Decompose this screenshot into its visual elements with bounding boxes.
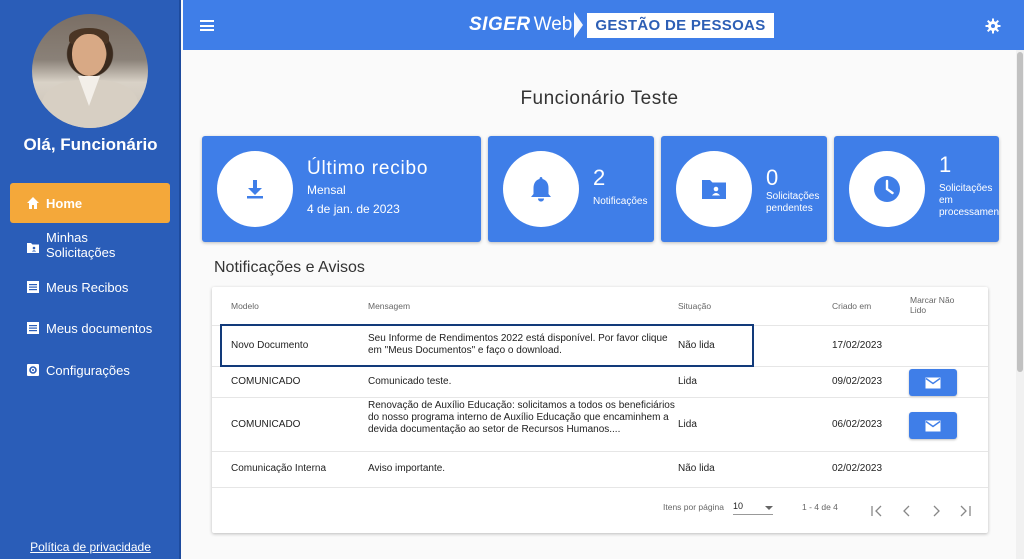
avatar bbox=[32, 14, 148, 128]
processing-label-line1: Solicitações bbox=[939, 183, 993, 194]
cell-mensagem: Aviso importante. bbox=[368, 463, 446, 474]
items-per-page-label: Itens por página bbox=[663, 502, 724, 512]
table-row[interactable]: COMUNICADO Comunicado teste. Lida 09/02/… bbox=[212, 366, 988, 397]
menu-icon[interactable] bbox=[200, 20, 214, 31]
chevron-down-icon[interactable] bbox=[765, 506, 773, 510]
column-header-mensagem[interactable]: Mensagem bbox=[368, 301, 410, 311]
folder-user-icon bbox=[27, 243, 39, 253]
download-icon bbox=[217, 151, 293, 227]
column-header-marcar[interactable]: Marcar Não Lido bbox=[910, 295, 970, 315]
clock-icon bbox=[849, 151, 925, 227]
privacy-policy-link[interactable]: Política de privacidade bbox=[0, 540, 181, 554]
pending-label: Solicitações pendentes bbox=[766, 191, 819, 215]
receipt-title: Último recibo bbox=[307, 158, 429, 179]
list-document-icon bbox=[27, 322, 39, 334]
table-row[interactable]: Comunicação Interna Aviso importante. Nã… bbox=[212, 451, 988, 487]
column-header-modelo[interactable]: Modelo bbox=[231, 301, 259, 311]
sidebar-item-home[interactable]: Home bbox=[10, 183, 170, 223]
list-document-icon bbox=[27, 281, 39, 293]
processing-label-line3: processamento bbox=[939, 207, 999, 218]
mail-icon bbox=[925, 420, 941, 431]
home-icon bbox=[27, 197, 39, 209]
cell-modelo: COMUNICADO bbox=[231, 419, 301, 430]
sidebar: Olá, Funcionário Home Minhas Solicitaçõe… bbox=[0, 0, 181, 559]
pending-count: 0 bbox=[766, 165, 779, 190]
cell-mensagem: Renovação de Auxílio Educação: solicitam… bbox=[368, 400, 675, 435]
bell-icon bbox=[503, 151, 579, 227]
sidebar-item-label: Meus Recibos bbox=[46, 279, 129, 295]
cell-situacao: Não lida bbox=[678, 463, 715, 474]
cell-situacao: Lida bbox=[678, 419, 697, 430]
gear-icon[interactable] bbox=[985, 18, 1001, 34]
cell-criado: 09/02/2023 bbox=[832, 376, 883, 387]
pending-label-line1: Solicitações bbox=[766, 191, 820, 202]
sidebar-item-configuracoes[interactable]: Configurações bbox=[10, 361, 170, 379]
column-header-criado[interactable]: Criado em bbox=[832, 301, 871, 311]
cell-situacao: Lida bbox=[678, 376, 697, 387]
top-bar: SIGER Web GESTÃO DE PESSOAS bbox=[183, 0, 1024, 50]
cell-modelo: COMUNICADO bbox=[231, 376, 301, 387]
page-title: Funcionário Teste bbox=[520, 88, 679, 109]
sidebar-item-label: Configurações bbox=[46, 362, 130, 378]
sidebar-item-minhas-solicitacoes[interactable]: Minhas Solicitações bbox=[10, 228, 170, 262]
column-header-situacao[interactable]: Situação bbox=[678, 301, 711, 311]
folder-user-icon bbox=[676, 151, 752, 227]
brand-module: GESTÃO DE PESSOAS bbox=[587, 12, 774, 38]
next-page-icon[interactable] bbox=[929, 505, 943, 517]
sidebar-item-meus-documentos[interactable]: Meus documentos bbox=[10, 319, 170, 337]
section-title: Notificações e Avisos bbox=[214, 259, 365, 276]
receipt-date: 4 de jan. de 2023 bbox=[307, 202, 400, 216]
processing-count: 1 bbox=[939, 152, 952, 177]
pending-requests-card[interactable]: 0 Solicitações pendentes bbox=[661, 136, 827, 242]
processing-requests-card[interactable]: 1 Solicitações em processamento bbox=[834, 136, 999, 242]
gear-square-icon bbox=[27, 364, 39, 376]
sidebar-item-label: Meus documentos bbox=[46, 320, 153, 336]
cell-criado: 02/02/2023 bbox=[832, 463, 883, 474]
notifications-count: 2 bbox=[593, 165, 606, 190]
cell-criado: 17/02/2023 bbox=[832, 340, 883, 351]
table-divider bbox=[212, 487, 988, 488]
processing-label-line2: em bbox=[939, 195, 953, 206]
mark-unread-button[interactable] bbox=[909, 369, 957, 396]
highlight-frame bbox=[220, 324, 754, 367]
select-underline bbox=[733, 514, 773, 515]
first-page-icon[interactable] bbox=[870, 505, 884, 517]
cell-criado: 06/02/2023 bbox=[832, 419, 883, 430]
brand-web: Web bbox=[533, 14, 573, 35]
table-row[interactable]: COMUNICADO Renovação de Auxílio Educação… bbox=[212, 397, 988, 451]
notifications-label: Notificações bbox=[593, 196, 648, 207]
items-per-page-select[interactable]: 10 bbox=[733, 501, 743, 511]
pending-label-line2: pendentes bbox=[766, 203, 813, 214]
mark-unread-button[interactable] bbox=[909, 412, 957, 439]
sidebar-item-label: Home bbox=[46, 195, 83, 211]
last-receipt-card[interactable]: Último recibo Mensal 4 de jan. de 2023 bbox=[202, 136, 481, 242]
mail-icon bbox=[925, 377, 941, 388]
brand-arrow bbox=[574, 12, 584, 38]
pagination-range: 1 - 4 de 4 bbox=[802, 502, 838, 512]
sidebar-item-meus-recibos[interactable]: Meus Recibos bbox=[10, 278, 170, 296]
brand-siger: SIGER bbox=[469, 14, 531, 35]
cell-mensagem: Comunicado teste. bbox=[368, 376, 452, 387]
receipt-type: Mensal bbox=[307, 183, 346, 197]
previous-page-icon[interactable] bbox=[900, 505, 914, 517]
scrollbar-thumb[interactable] bbox=[1017, 52, 1023, 372]
notifications-card[interactable]: 2 Notificações bbox=[488, 136, 654, 242]
notifications-table: Modelo Mensagem Situação Criado em Marca… bbox=[212, 287, 988, 533]
cell-modelo: Comunicação Interna bbox=[231, 463, 327, 474]
processing-label: Solicitações em processamento bbox=[939, 183, 999, 219]
brand-logo: SIGER Web GESTÃO DE PESSOAS bbox=[469, 12, 774, 38]
greeting: Olá, Funcionário bbox=[23, 135, 158, 154]
sidebar-item-label: Minhas Solicitações bbox=[46, 230, 116, 260]
last-page-icon[interactable] bbox=[958, 505, 972, 517]
